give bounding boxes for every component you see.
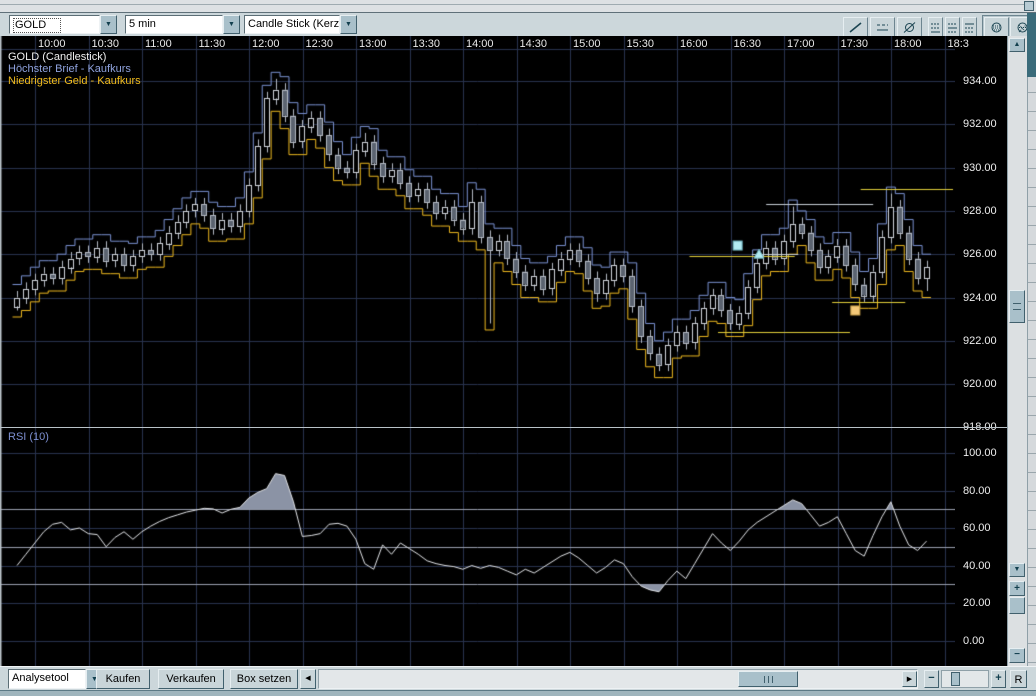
chevron-down-icon[interactable]: ▼: [100, 15, 117, 34]
grid-style-3-icon: [964, 21, 975, 34]
horizontal-zoom-track[interactable]: [941, 670, 989, 688]
price-tick-label: 80.00: [963, 485, 991, 497]
grid-style-2-button[interactable]: [945, 17, 960, 38]
chart-legend: GOLD (Candlestick) Höchster Brief - Kauf…: [8, 51, 141, 87]
status-strip: [0, 690, 1036, 696]
time-tick-label: 17:00: [787, 38, 815, 50]
vertical-scrollbar[interactable]: ▲ ▼ + −: [1007, 36, 1028, 666]
price-tick-label: 928.00: [963, 205, 997, 217]
price-tick-label: 0.00: [963, 635, 984, 647]
empty-set-icon: [902, 21, 917, 34]
right-edge-strip: [1027, 36, 1036, 666]
scroll-down-icon[interactable]: ▼: [1009, 563, 1025, 577]
price-tick-label: 922.00: [963, 335, 997, 347]
main-toolbar: GOLD ▼ 5 min ▼ Candle Stick (Kerze ▼: [0, 13, 1036, 37]
pattern-circle-1-button[interactable]: [984, 17, 1009, 38]
time-tick-label: 13:30: [413, 38, 441, 50]
chevron-down-icon[interactable]: ▼: [340, 15, 357, 34]
price-tick-label: 930.00: [963, 162, 997, 174]
grid-style-1-icon: [930, 21, 941, 34]
vertical-scrollbar-thumb[interactable]: [1009, 290, 1025, 323]
right-edge-block: [1027, 13, 1036, 77]
dashed-lines-icon: [875, 21, 890, 34]
price-tick-label: 920.00: [963, 378, 997, 390]
time-tick-label: 10:30: [92, 38, 120, 50]
symbol-combo[interactable]: GOLD ▼: [9, 15, 117, 34]
time-tick-label: 13:00: [359, 38, 387, 50]
time-axis: 10:00 10:30 11:00 11:30 12:00 12:30 13:00 13:30…: [0, 36, 955, 50]
time-tick-label: 12:30: [306, 38, 334, 50]
time-tick-label: 14:00: [466, 38, 494, 50]
interval-combo-value[interactable]: 5 min: [125, 15, 223, 34]
grid-style-2-icon: [947, 21, 958, 34]
horizontal-scrollbar[interactable]: ▶: [318, 669, 918, 689]
trendline-icon: [848, 21, 863, 34]
legend-title: GOLD (Candlestick): [8, 51, 141, 63]
vertical-zoom-in-button[interactable]: +: [1009, 581, 1025, 596]
trading-app-window: GOLD ▼ 5 min ▼ Candle Stick (Kerze ▼ 10:…: [0, 0, 1036, 695]
box-setzen-button[interactable]: Box setzen: [230, 669, 298, 689]
trendline-button[interactable]: [843, 17, 868, 38]
time-tick-label: 11:00: [145, 38, 172, 50]
scroll-left-icon[interactable]: ◀: [300, 669, 316, 689]
panel-divider[interactable]: [0, 427, 1007, 428]
time-tick-label: 15:30: [627, 38, 655, 50]
time-tick-label: 17:30: [841, 38, 869, 50]
dashed-lines-button[interactable]: [870, 17, 895, 38]
price-tick-label: 932.00: [963, 118, 997, 130]
symbol-combo-text: GOLD: [13, 18, 61, 33]
price-tick-label: 100.00: [963, 447, 997, 459]
price-tick-label: 60.00: [963, 522, 991, 534]
symbol-combo-value[interactable]: GOLD: [9, 15, 100, 34]
analysetool-combo[interactable]: Analysetool ▼: [8, 669, 103, 689]
price-tick-label: 40.00: [963, 560, 991, 572]
vertical-zoom-out-button[interactable]: −: [1009, 648, 1025, 663]
time-tick-label: 12:00: [252, 38, 280, 50]
scroll-right-icon[interactable]: ▶: [902, 671, 917, 687]
price-tick-label: 924.00: [963, 292, 997, 304]
horizontal-zoom-in-button[interactable]: +: [991, 670, 1006, 688]
time-tick-label: 15:00: [573, 38, 601, 50]
thumb-grip: [764, 676, 773, 683]
reset-button[interactable]: R: [1010, 670, 1027, 688]
window-corner-button[interactable]: [1024, 1, 1034, 11]
window-top-edge: [0, 0, 1036, 13]
bottom-toolbar: Analysetool ▼ Kaufen Verkaufen Box setze…: [0, 666, 1036, 691]
time-tick-label: 14:30: [520, 38, 548, 50]
grid-style-group: [928, 17, 977, 38]
horizontal-scrollbar-thumb[interactable]: [738, 671, 798, 687]
grid-style-3-button[interactable]: [962, 17, 977, 38]
time-tick-label: 16:00: [680, 38, 708, 50]
empty-set-button[interactable]: [897, 17, 922, 38]
chart-area: 10:00 10:30 11:00 11:30 12:00 12:30 13:00 13:30…: [0, 36, 1036, 666]
verkaufen-button[interactable]: Verkaufen: [158, 669, 224, 689]
price-tick-label: 20.00: [963, 597, 991, 609]
horizontal-zoom-out-button[interactable]: −: [924, 670, 939, 688]
vertical-zoom-thumb[interactable]: [1009, 597, 1025, 614]
charttype-combo[interactable]: Candle Stick (Kerze ▼: [244, 15, 357, 34]
thumb-grip: [1013, 303, 1021, 310]
price-chart-canvas[interactable]: [0, 36, 955, 666]
rsi-indicator-label: RSI (10): [8, 431, 49, 443]
time-tick-label: 16:30: [734, 38, 762, 50]
legend-bid-line: Niedrigster Geld - Kaufkurs: [8, 75, 141, 87]
price-tick-label: 934.00: [963, 75, 997, 87]
scroll-up-icon[interactable]: ▲: [1009, 38, 1025, 52]
time-tick-label: 18:3: [948, 38, 969, 50]
time-tick-label: 18:00: [894, 38, 922, 50]
horizontal-zoom-thumb[interactable]: [951, 672, 960, 686]
interval-combo[interactable]: 5 min ▼: [125, 15, 240, 34]
time-tick-label: 10:00: [38, 38, 66, 50]
kaufen-button[interactable]: Kaufen: [96, 669, 150, 689]
charttype-combo-value[interactable]: Candle Stick (Kerze: [244, 15, 340, 34]
chevron-down-icon[interactable]: ▼: [223, 15, 240, 34]
analysetool-combo-value[interactable]: Analysetool: [8, 669, 86, 689]
pattern-circle-1-icon: [989, 21, 1004, 34]
price-tick-label: 926.00: [963, 248, 997, 260]
grid-style-1-button[interactable]: [928, 17, 943, 38]
time-tick-label: 11:30: [199, 38, 226, 50]
window-edge-line: [0, 4, 1030, 5]
legend-ask-line: Höchster Brief - Kaufkurs: [8, 63, 141, 75]
